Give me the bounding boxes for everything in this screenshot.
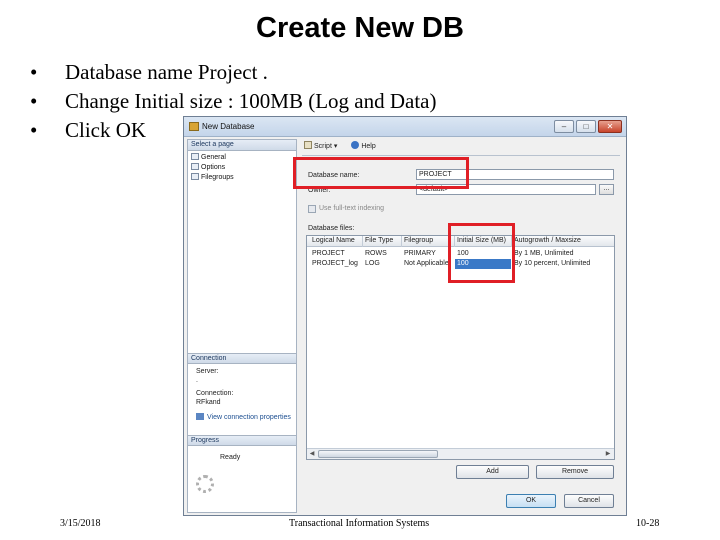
scroll-left-icon[interactable]: ◀ xyxy=(307,449,317,459)
toolbar: Script ▾ Help xyxy=(304,141,376,153)
scroll-thumb[interactable] xyxy=(318,450,438,458)
bullet-text: Click OK xyxy=(65,118,147,142)
col-header-logical-name[interactable]: Logical Name xyxy=(310,236,362,246)
view-connection-label: View connection properties xyxy=(207,414,291,421)
database-icon xyxy=(189,122,199,131)
row-2-file-type: LOG xyxy=(365,260,380,267)
dialog-title: New Database xyxy=(202,122,255,131)
col-header-file-type[interactable]: File Type xyxy=(363,236,401,246)
script-button[interactable]: Script ▾ xyxy=(304,141,337,150)
page-icon xyxy=(191,163,199,170)
connection-value: RFkand xyxy=(196,399,221,406)
page-item-general[interactable]: General xyxy=(191,153,226,163)
select-page-header: Select a page xyxy=(188,140,296,151)
cancel-button[interactable]: Cancel xyxy=(564,494,614,508)
horizontal-scrollbar[interactable]: ◀ ▶ xyxy=(307,448,614,459)
row-2-filegroup: Not Applicable xyxy=(404,260,449,267)
bullet-glyph: • xyxy=(30,89,38,113)
dialog-titlebar: New Database – □ ✕ xyxy=(184,117,626,137)
script-label: Script xyxy=(314,143,332,150)
left-pane: Select a page General Options Filegroups… xyxy=(187,139,297,513)
footer-center-text: Transactional Information Systems xyxy=(289,518,430,529)
bullet-text: Change Initial size : 100MB (Log and Dat… xyxy=(65,89,437,113)
slide-title: Create New DB xyxy=(256,12,464,44)
page-item-filegroups[interactable]: Filegroups xyxy=(191,173,234,183)
remove-button[interactable]: Remove xyxy=(536,465,614,479)
database-files-label: Database files: xyxy=(308,225,355,232)
progress-spinner-icon xyxy=(196,475,214,493)
server-value: . xyxy=(196,377,198,384)
add-button[interactable]: Add xyxy=(456,465,529,479)
connection-label: Connection: xyxy=(196,390,234,397)
page-label: Options xyxy=(201,164,226,171)
page-icon xyxy=(191,173,199,180)
row-2-autogrowth[interactable]: By 10 percent, Unlimited xyxy=(512,259,614,269)
minimize-button[interactable]: – xyxy=(554,120,574,133)
page-item-options[interactable]: Options xyxy=(191,163,225,173)
page-label: General xyxy=(201,154,226,161)
bullet-glyph: • xyxy=(30,60,38,84)
new-database-dialog: New Database – □ ✕ Select a page General… xyxy=(183,116,627,516)
bullet-item: • Change Initial size : 100MB (Log and Da… xyxy=(30,87,437,116)
script-icon xyxy=(304,141,312,149)
view-connection-link[interactable]: View connection properties xyxy=(196,413,291,421)
row-2-logical-name[interactable]: PROJECT_log xyxy=(310,259,362,269)
ok-button[interactable]: OK xyxy=(506,494,556,508)
row-1-autogrowth[interactable]: By 1 MB, Unlimited xyxy=(512,249,614,259)
bullet-glyph: • xyxy=(30,118,38,142)
col-header-autogrowth[interactable]: Autogrowth / Maxsize xyxy=(512,236,614,246)
owner-browse-button[interactable]: ... xyxy=(599,184,614,195)
help-label: Help xyxy=(361,143,376,150)
maximize-button[interactable]: □ xyxy=(576,120,596,133)
fulltext-label: Use full-text indexing xyxy=(319,205,384,212)
page-label: Filegroups xyxy=(201,174,234,181)
close-button[interactable]: ✕ xyxy=(598,120,622,133)
row-1-logical-name[interactable]: PROJECT xyxy=(310,249,362,259)
link-icon xyxy=(196,413,204,420)
footer-page-number: 10-28 xyxy=(636,518,660,529)
footer-date: 3/15/2018 xyxy=(60,518,101,529)
initial-size-highlight-box xyxy=(448,223,515,283)
progress-status: Ready xyxy=(220,454,241,461)
help-button[interactable]: Help xyxy=(351,141,376,150)
scroll-right-icon[interactable]: ▶ xyxy=(603,449,613,459)
help-icon xyxy=(351,141,360,149)
server-label: Server: xyxy=(196,368,219,375)
row-1-file-type: ROWS xyxy=(365,250,387,257)
toolbar-divider xyxy=(302,155,620,156)
connection-header: Connection xyxy=(188,353,296,364)
bullet-text: Database name Project . xyxy=(65,60,268,84)
bullet-item: • Database name Project . xyxy=(30,58,437,87)
progress-header: Progress xyxy=(188,435,296,446)
database-name-highlight-box xyxy=(293,157,469,189)
page-icon xyxy=(191,153,199,160)
fulltext-checkbox[interactable] xyxy=(308,205,316,213)
row-1-filegroup[interactable]: PRIMARY xyxy=(402,249,454,259)
col-header-filegroup[interactable]: Filegroup xyxy=(402,236,454,246)
